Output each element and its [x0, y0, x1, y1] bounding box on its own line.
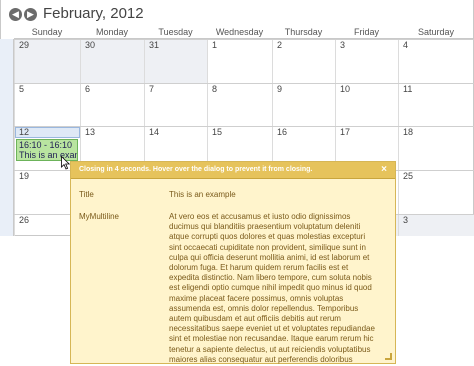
multiline-value: At vero eos et accusamus et iusto odio d… — [169, 212, 375, 366]
day-number: 11 — [403, 84, 413, 94]
day-header: Sunday — [31, 27, 63, 37]
day-number: 12 — [19, 127, 30, 137]
day-number: 4 — [403, 40, 409, 50]
day-number: 30 — [85, 40, 96, 50]
day-number: 9 — [277, 84, 283, 94]
close-icon[interactable]: × — [381, 164, 387, 175]
day-cell[interactable]: 4 — [398, 40, 474, 83]
day-cell[interactable]: 18 — [398, 127, 474, 170]
day-cell[interactable]: 25 — [398, 171, 474, 214]
day-header: Friday — [353, 27, 379, 37]
day-number: 17 — [340, 127, 351, 137]
day-header: Wednesday — [215, 27, 264, 37]
day-cell[interactable]: 6 — [80, 84, 144, 126]
calendar-nav: ◀ ▶ February, 2012 — [0, 0, 474, 26]
day-number: 26 — [19, 215, 30, 225]
day-number: 6 — [85, 84, 91, 94]
title-value: This is an example — [169, 190, 236, 199]
day-cell[interactable]: 30 — [80, 40, 144, 83]
tooltip-header: Closing in 4 seconds. Hover over the dia… — [71, 162, 395, 179]
day-number: 13 — [85, 127, 96, 137]
day-cell[interactable]: 3 — [398, 215, 474, 236]
day-cell[interactable]: 11 — [398, 84, 474, 126]
calendar-week: 5 6 7 8 9 10 11 — [14, 83, 474, 126]
day-cell[interactable]: 10 — [335, 84, 398, 126]
day-cell[interactable]: 5 — [14, 84, 80, 126]
day-cell[interactable]: 7 — [144, 84, 207, 126]
resize-grip-icon[interactable] — [385, 353, 392, 360]
day-header: Thursday — [284, 27, 323, 37]
day-number: 3 — [403, 215, 409, 225]
day-number: 15 — [212, 127, 223, 137]
day-number: 18 — [403, 127, 414, 137]
next-month-icon[interactable]: ▶ — [24, 8, 37, 21]
month-title: February, 2012 — [43, 5, 144, 22]
day-cell[interactable]: 2 — [272, 40, 335, 83]
day-number: 31 — [149, 40, 160, 50]
day-cell[interactable]: 31 — [144, 40, 207, 83]
previous-month-icon[interactable]: ◀ — [9, 8, 22, 21]
day-number: 14 — [149, 127, 160, 137]
day-number: 10 — [340, 84, 351, 94]
day-cell[interactable]: 29 — [14, 40, 80, 83]
day-header: Tuesday — [158, 27, 193, 37]
day-number: 2 — [277, 40, 283, 50]
day-number: 25 — [403, 171, 414, 181]
day-number: 3 — [340, 40, 346, 50]
day-number: 19 — [19, 171, 30, 181]
day-cell[interactable]: 9 — [272, 84, 335, 126]
day-number: 1 — [212, 40, 218, 50]
multiline-label: MyMultiline — [79, 212, 120, 221]
event-tooltip[interactable]: Closing in 4 seconds. Hover over the dia… — [70, 161, 396, 366]
day-number: 5 — [19, 84, 25, 94]
day-number: 8 — [212, 84, 218, 94]
event-time: 16:10 - 16:10 — [19, 140, 73, 150]
day-number: 29 — [19, 40, 30, 50]
tooltip-countdown: Closing in 4 seconds. Hover over the dia… — [79, 166, 313, 173]
day-cell[interactable]: 8 — [207, 84, 272, 126]
day-number: 16 — [277, 127, 288, 137]
day-number: 7 — [149, 84, 155, 94]
calendar-week: 29 30 31 1 2 3 4 — [14, 39, 474, 83]
day-header: Saturday — [417, 27, 455, 37]
day-cell[interactable]: 1 — [207, 40, 272, 83]
day-cell[interactable]: 3 — [335, 40, 398, 83]
week-strip — [0, 39, 14, 236]
day-header: Monday — [95, 27, 129, 37]
title-label: Title — [79, 190, 94, 199]
